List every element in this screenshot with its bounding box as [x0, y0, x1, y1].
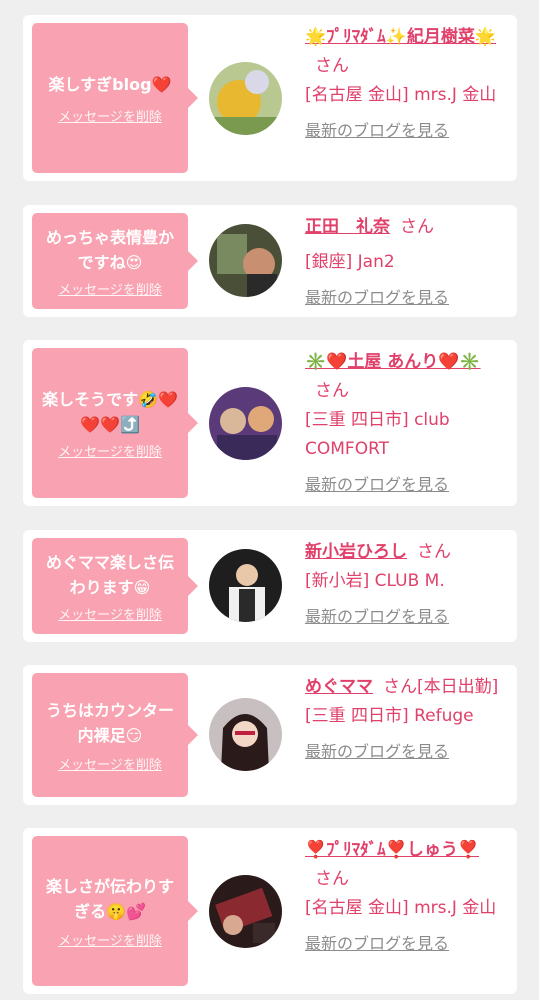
shop-label: [名古屋 金山] mrs.J 金山 [305, 898, 497, 918]
message-card: 楽しすぎblog❤️ メッセージを削除 🌟ﾌﾟﾘﾏﾀﾞﾑ✨紀月樹菜🌟 さん [名古… [23, 15, 517, 181]
shop-label: [三重 四日市] club COMFORT [305, 410, 450, 459]
user-name-link[interactable]: 新小岩ひろし [305, 542, 407, 562]
message-text: 楽しさが伝わりすぎる🤫💕 [45, 876, 174, 921]
avatar[interactable] [209, 698, 282, 771]
delete-message-link[interactable]: メッセージを削除 [58, 106, 162, 125]
user-name-link[interactable]: ✳️❤️土屋 あんり❤️✳️ [305, 352, 481, 372]
message-bubble: 楽しそうです🤣❤️❤️❤️⤴️ メッセージを削除 [32, 348, 198, 498]
user-info: ❣️ﾌﾟﾘﾏﾀﾞﾑ❣️しゅう❣️ さん [名古屋 金山] mrs.J 金山 最新の… [305, 836, 505, 959]
shop-label: [名古屋 金山] mrs.J 金山 [305, 85, 497, 105]
message-card: うちはカウンター内裸足😏 メッセージを削除 めぐママ さん[本日出勤] [三重 四… [23, 665, 517, 805]
message-card: 楽しさが伝わりすぎる🤫💕 メッセージを削除 ❣️ﾌﾟﾘﾏﾀﾞﾑ❣️しゅう❣️ さん… [23, 828, 517, 994]
message-bubble: めぐママ楽しさ伝わります😁 メッセージを削除 [32, 538, 198, 634]
shop-label: [新小岩] CLUB M. [305, 571, 445, 591]
avatar[interactable] [209, 62, 282, 135]
status-label: [本日出勤] [417, 677, 499, 697]
message-text: うちはカウンター内裸足😏 [45, 700, 174, 745]
message-card: めぐママ楽しさ伝わります😁 メッセージを削除 新小岩ひろし さん [新小岩] CL… [23, 530, 517, 642]
view-latest-blog-link[interactable]: 最新のブログを見る [305, 283, 449, 312]
delete-message-link[interactable]: メッセージを削除 [58, 441, 162, 460]
honorific: さん [315, 56, 349, 76]
user-info: 新小岩ひろし さん [新小岩] CLUB M. 最新のブログを見る [305, 538, 505, 632]
view-latest-blog-link[interactable]: 最新のブログを見る [305, 470, 449, 499]
message-bubble: 楽しさが伝わりすぎる🤫💕 メッセージを削除 [32, 836, 198, 986]
user-info: 🌟ﾌﾟﾘﾏﾀﾞﾑ✨紀月樹菜🌟 さん [名古屋 金山] mrs.J 金山 最新のブロ… [305, 23, 505, 146]
message-card: 楽しそうです🤣❤️❤️❤️⤴️ メッセージを削除 ✳️❤️土屋 あんり❤️✳️ さ… [23, 340, 517, 506]
view-latest-blog-link[interactable]: 最新のブログを見る [305, 602, 449, 631]
user-name-link[interactable]: 正田 礼奈 [305, 217, 390, 237]
shop-label: [銀座] Jan2 [305, 252, 395, 272]
user-info: 正田 礼奈 さん [銀座] Jan2 最新のブログを見る [305, 213, 505, 313]
user-info: ✳️❤️土屋 あんり❤️✳️ さん [三重 四日市] club COMFORT 最… [305, 348, 505, 500]
message-bubble: めっちゃ表情豊かですね😍 メッセージを削除 [32, 213, 198, 309]
message-text: 楽しすぎblog❤️ [48, 74, 172, 94]
delete-message-link[interactable]: メッセージを削除 [58, 279, 162, 298]
message-bubble: うちはカウンター内裸足😏 メッセージを削除 [32, 673, 198, 797]
avatar[interactable] [209, 549, 282, 622]
view-latest-blog-link[interactable]: 最新のブログを見る [305, 929, 449, 958]
honorific: さん [400, 217, 434, 237]
message-card: めっちゃ表情豊かですね😍 メッセージを削除 正田 礼奈 さん [銀座] Jan2 … [23, 205, 517, 317]
avatar[interactable] [209, 387, 282, 460]
honorific: さん [315, 381, 349, 401]
honorific: さん [417, 542, 451, 562]
honorific: さん [383, 677, 417, 697]
view-latest-blog-link[interactable]: 最新のブログを見る [305, 116, 449, 145]
honorific: さん [315, 869, 349, 889]
delete-message-link[interactable]: メッセージを削除 [58, 754, 162, 773]
user-name-link[interactable]: めぐママ [305, 677, 373, 697]
delete-message-link[interactable]: メッセージを削除 [58, 930, 162, 949]
user-info: めぐママ さん[本日出勤] [三重 四日市] Refuge 最新のブログを見る [305, 673, 505, 767]
message-text: めっちゃ表情豊かですね😍 [45, 227, 174, 272]
shop-label: [三重 四日市] Refuge [305, 706, 474, 726]
message-text: めぐママ楽しさ伝わります😁 [45, 552, 174, 597]
delete-message-link[interactable]: メッセージを削除 [58, 604, 162, 623]
avatar[interactable] [209, 224, 282, 297]
message-bubble: 楽しすぎblog❤️ メッセージを削除 [32, 23, 198, 173]
view-latest-blog-link[interactable]: 最新のブログを見る [305, 737, 449, 766]
user-name-link[interactable]: 🌟ﾌﾟﾘﾏﾀﾞﾑ✨紀月樹菜🌟 [305, 27, 496, 47]
avatar[interactable] [209, 875, 282, 948]
message-text: 楽しそうです🤣❤️❤️❤️⤴️ [42, 389, 178, 434]
user-name-link[interactable]: ❣️ﾌﾟﾘﾏﾀﾞﾑ❣️しゅう❣️ [305, 840, 479, 860]
